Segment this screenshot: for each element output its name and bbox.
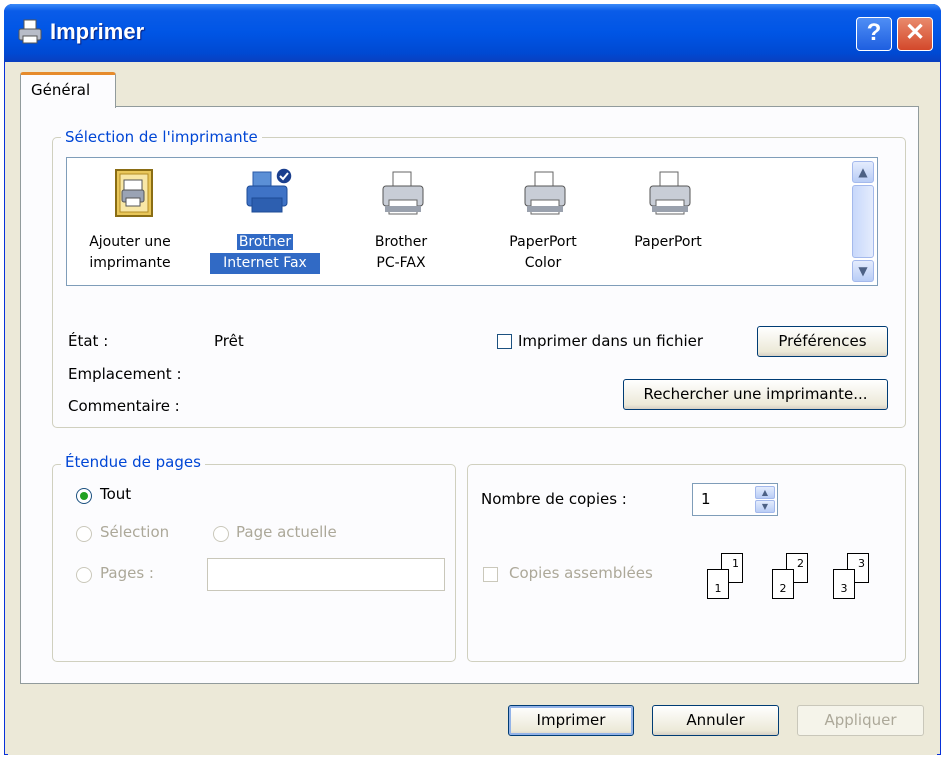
copies-count-value[interactable]: 1 [701, 490, 711, 508]
collate-illustration-3: 3 3 [833, 553, 881, 599]
print-button[interactable]: Imprimer [508, 705, 634, 736]
radio-pages-label[interactable]: Pages : [100, 564, 154, 582]
radio-current-page-label[interactable]: Page actuelle [236, 523, 337, 541]
printer-list[interactable]: Ajouter une imprimante Brother Internet … [66, 157, 878, 286]
scroll-down-button[interactable]: ▼ [852, 260, 874, 282]
printer-item-paperport-color[interactable]: PaperPort Color [488, 164, 598, 282]
help-button[interactable]: ? [856, 17, 892, 51]
title-bar[interactable]: Imprimer ? ✕ [4, 4, 941, 62]
printer-item-label: Ajouter une imprimante [89, 234, 171, 271]
printer-item-paperport[interactable]: PaperPort [613, 164, 723, 282]
window-title: Imprimer [50, 19, 145, 44]
tab-general-label: Général [31, 81, 91, 99]
radio-pages[interactable] [76, 567, 92, 583]
preferences-button[interactable]: Préférences [757, 326, 888, 357]
printer-item-label: PaperPort Color [509, 234, 577, 271]
radio-selection-label[interactable]: Sélection [100, 523, 169, 541]
printer-item-label: PaperPort [634, 234, 702, 250]
printer-item-brother-pc-fax[interactable]: Brother PC-FAX [346, 164, 456, 282]
scroll-thumb[interactable] [852, 185, 874, 258]
printer-icon [524, 171, 566, 215]
cancel-button[interactable]: Annuler [652, 705, 779, 736]
print-to-file-label[interactable]: Imprimer dans un fichier [518, 332, 703, 350]
collate-sheet: 1 [707, 569, 729, 599]
collate-sheet: 2 [772, 569, 794, 599]
printer-list-scrollbar[interactable]: ▲ ▼ [852, 161, 874, 282]
scroll-up-button[interactable]: ▲ [852, 161, 874, 183]
location-label: Emplacement : [68, 365, 182, 383]
close-button[interactable]: ✕ [897, 17, 933, 51]
radio-all-label[interactable]: Tout [100, 485, 131, 503]
pages-input[interactable] [207, 558, 445, 591]
page-range-legend: Étendue de pages [61, 453, 205, 471]
fax-printer-icon [246, 167, 293, 213]
spin-up-button[interactable]: ▲ [755, 486, 775, 499]
radio-selection[interactable] [76, 526, 92, 542]
collate-sheet: 3 [833, 569, 855, 599]
spin-buttons[interactable]: ▲ ▼ [755, 486, 775, 513]
printer-icon [18, 19, 42, 44]
spin-down-button[interactable]: ▼ [755, 500, 775, 513]
print-to-file-checkbox[interactable] [497, 334, 512, 349]
printer-item-label: Brother PC-FAX [374, 234, 428, 271]
find-printer-button[interactable]: Rechercher une imprimante... [623, 379, 888, 410]
printer-icon [382, 171, 424, 215]
collate-checkbox[interactable] [483, 567, 498, 582]
state-label: État : [68, 332, 109, 350]
printer-item-add[interactable]: Ajouter une imprimante [75, 164, 185, 282]
add-printer-icon [115, 169, 153, 217]
printer-item-label: Brother Internet Fax [210, 232, 320, 274]
radio-current-page[interactable] [213, 526, 229, 542]
radio-all[interactable] [76, 488, 92, 504]
printer-item-brother-internet-fax[interactable]: Brother Internet Fax [210, 164, 320, 282]
collate-illustration-1: 1 1 [707, 553, 755, 599]
tab-general[interactable]: Général [20, 72, 116, 108]
copies-count-label: Nombre de copies : [481, 490, 627, 508]
collate-illustration-2: 2 2 [772, 553, 820, 599]
state-value: Prêt [214, 332, 244, 350]
collate-label[interactable]: Copies assemblées [509, 564, 653, 582]
copies-count-spinner[interactable]: 1 ▲ ▼ [692, 483, 778, 516]
printer-selection-legend: Sélection de l'imprimante [61, 128, 262, 146]
apply-button[interactable]: Appliquer [797, 705, 924, 736]
printer-icon [649, 171, 691, 215]
comment-label: Commentaire : [68, 397, 180, 415]
